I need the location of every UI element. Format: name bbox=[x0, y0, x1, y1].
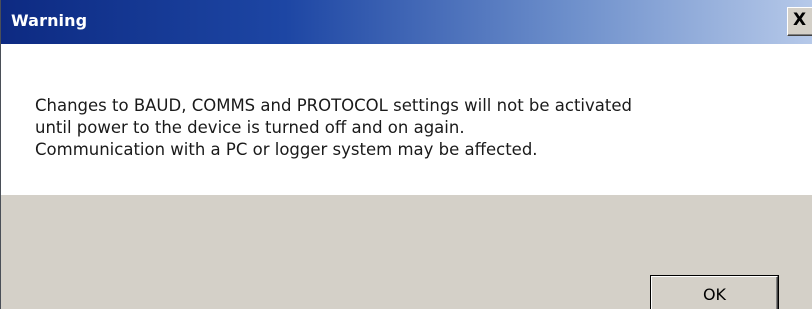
message-line: Communication with a PC or logger system… bbox=[35, 140, 538, 159]
button-bar: OK bbox=[1, 195, 812, 309]
title-bar[interactable]: Warning X bbox=[1, 0, 812, 44]
message-line: Changes to BAUD, COMMS and PROTOCOL sett… bbox=[35, 96, 632, 115]
ok-button[interactable]: OK bbox=[651, 276, 778, 309]
close-button[interactable]: X bbox=[787, 7, 812, 36]
close-icon: X bbox=[793, 10, 807, 30]
dialog-title: Warning bbox=[11, 11, 88, 30]
message-area: Changes to BAUD, COMMS and PROTOCOL sett… bbox=[1, 44, 812, 195]
warning-message: Changes to BAUD, COMMS and PROTOCOL sett… bbox=[35, 95, 632, 161]
message-line: until power to the device is turned off … bbox=[35, 118, 465, 137]
warning-dialog: Warning X Changes to BAUD, COMMS and PRO… bbox=[0, 0, 812, 309]
